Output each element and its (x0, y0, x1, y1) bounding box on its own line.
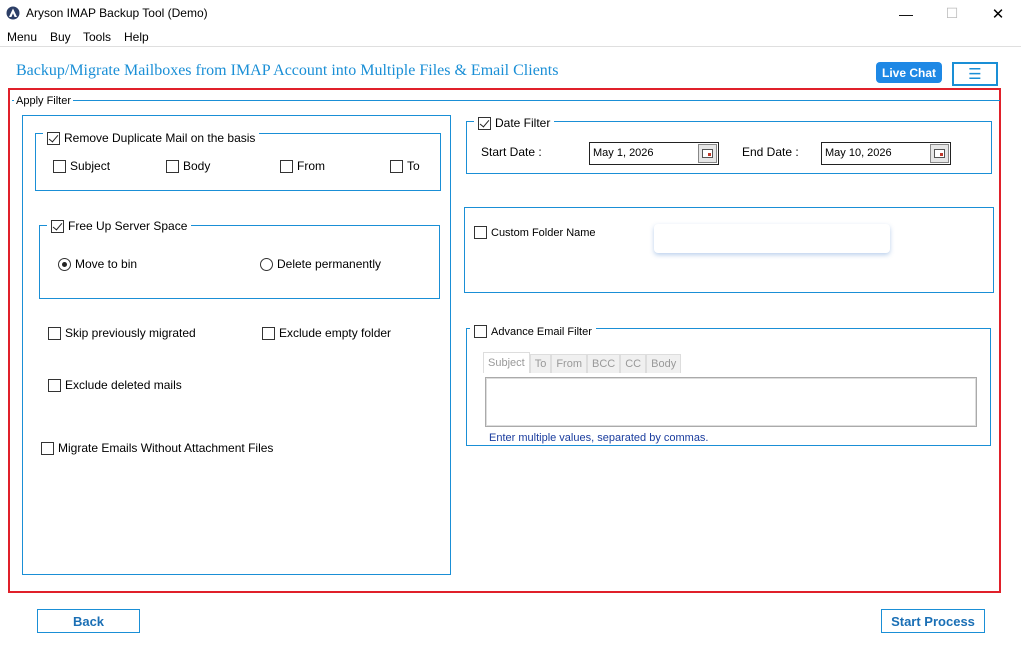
tab-cc[interactable]: CC (620, 354, 647, 373)
start-date-value: May 1, 2026 (593, 147, 654, 159)
advance-email-filter-label: Advance Email Filter (491, 325, 592, 338)
end-date-label: End Date : (742, 145, 799, 159)
migrate-without-attachments-label: Migrate Emails Without Attachment Files (58, 441, 274, 455)
move-to-bin-radio[interactable] (58, 257, 71, 271)
custom-folder-label: Custom Folder Name (491, 226, 596, 239)
duplicate-subject-option[interactable]: Subject (53, 159, 110, 173)
menu-item-tools[interactable]: Tools (83, 30, 111, 44)
advance-filter-tabs: Subject To From BCC CC Body (483, 352, 682, 373)
date-filter-checkbox[interactable] (478, 116, 491, 130)
start-date-picker[interactable]: May 1, 2026 (589, 142, 719, 165)
duplicate-from-label: From (297, 159, 325, 173)
duplicate-body-checkbox[interactable] (166, 159, 179, 173)
duplicate-body-option[interactable]: Body (166, 159, 210, 173)
title-bar: Aryson IMAP Backup Tool (Demo) — ☐ ✕ (0, 0, 1021, 27)
skip-previously-migrated-checkbox[interactable] (48, 326, 61, 340)
close-icon: ✕ (991, 5, 1005, 23)
delete-permanently-label: Delete permanently (277, 257, 382, 271)
exclude-deleted-mails-label: Exclude deleted mails (65, 378, 182, 392)
free-up-space-checkbox[interactable] (51, 219, 64, 233)
calendar-icon (934, 149, 945, 158)
tab-body[interactable]: Body (646, 354, 682, 373)
hamburger-icon: ☰ (968, 66, 982, 83)
move-to-bin-label: Move to bin (75, 257, 138, 271)
custom-folder-input[interactable] (654, 224, 890, 253)
minimize-button[interactable]: — (883, 0, 929, 27)
minimize-icon: — (899, 5, 913, 22)
move-to-bin-option[interactable]: Move to bin (58, 257, 137, 271)
menu-bar: Menu Buy Tools Help (0, 27, 1021, 47)
exclude-deleted-mails-option[interactable]: Exclude deleted mails (48, 378, 182, 392)
custom-folder-checkbox[interactable] (474, 226, 487, 239)
start-process-button[interactable]: Start Process (881, 609, 985, 633)
back-button[interactable]: Back (37, 609, 140, 633)
end-date-calendar-button[interactable] (930, 144, 949, 163)
close-button[interactable]: ✕ (975, 0, 1021, 27)
end-date-value: May 10, 2026 (825, 147, 892, 159)
page-title: Backup/Migrate Mailboxes from IMAP Accou… (16, 62, 559, 79)
delete-permanently-radio[interactable] (260, 257, 273, 271)
free-up-space-legend: Free Up Server Space (47, 219, 192, 233)
tab-from[interactable]: From (551, 354, 587, 373)
exclude-empty-folder-label: Exclude empty folder (279, 326, 392, 340)
remove-duplicate-legend: Remove Duplicate Mail on the basis (43, 131, 260, 145)
tab-bcc[interactable]: BCC (587, 354, 621, 373)
advance-filter-textarea[interactable] (485, 377, 977, 427)
tab-subject[interactable]: Subject (483, 352, 530, 373)
migrate-without-attachments-checkbox[interactable] (41, 441, 54, 455)
delete-permanently-option[interactable]: Delete permanently (260, 257, 381, 271)
free-up-space-label: Free Up Server Space (68, 219, 188, 233)
duplicate-to-checkbox[interactable] (390, 159, 403, 173)
remove-duplicate-checkbox[interactable] (47, 131, 60, 145)
exclude-empty-folder-checkbox[interactable] (262, 326, 275, 340)
remove-duplicate-label: Remove Duplicate Mail on the basis (64, 131, 256, 145)
menu-item-help[interactable]: Help (124, 30, 149, 44)
advance-email-filter-checkbox[interactable] (474, 325, 487, 338)
live-chat-button[interactable]: Live Chat (876, 62, 942, 83)
tab-to[interactable]: To (529, 354, 552, 373)
maximize-icon: ☐ (945, 5, 959, 21)
maximize-button[interactable]: ☐ (929, 0, 975, 27)
advance-filter-hint: Enter multiple values, separated by comm… (489, 432, 709, 444)
duplicate-from-checkbox[interactable] (280, 159, 293, 173)
window-title: Aryson IMAP Backup Tool (Demo) (26, 6, 208, 20)
custom-folder-option[interactable]: Custom Folder Name (474, 226, 596, 239)
calendar-icon (702, 149, 713, 158)
duplicate-from-option[interactable]: From (280, 159, 325, 173)
date-filter-legend: Date Filter (474, 116, 555, 130)
migrate-without-attachments-option[interactable]: Migrate Emails Without Attachment Files (41, 441, 273, 455)
apply-filter-label: Apply Filter (14, 95, 74, 107)
hamburger-menu-button[interactable]: ☰ (952, 62, 998, 86)
skip-previously-migrated-option[interactable]: Skip previously migrated (48, 326, 196, 340)
apply-filter-divider (12, 100, 1000, 101)
start-date-calendar-button[interactable] (698, 144, 717, 163)
duplicate-subject-label: Subject (70, 159, 111, 173)
duplicate-subject-checkbox[interactable] (53, 159, 66, 173)
exclude-deleted-mails-checkbox[interactable] (48, 378, 61, 392)
menu-divider (0, 46, 1021, 47)
menu-item-buy[interactable]: Buy (50, 30, 71, 44)
advance-email-filter-legend: Advance Email Filter (470, 325, 596, 338)
exclude-empty-folder-option[interactable]: Exclude empty folder (262, 326, 391, 340)
app-logo-icon (6, 6, 20, 20)
skip-previously-migrated-label: Skip previously migrated (65, 326, 196, 340)
duplicate-body-label: Body (183, 159, 211, 173)
menu-item-menu[interactable]: Menu (7, 30, 37, 44)
duplicate-to-option[interactable]: To (390, 159, 420, 173)
start-date-label: Start Date : (481, 145, 542, 159)
end-date-picker[interactable]: May 10, 2026 (821, 142, 951, 165)
duplicate-to-label: To (407, 159, 420, 173)
date-filter-label: Date Filter (495, 116, 551, 130)
